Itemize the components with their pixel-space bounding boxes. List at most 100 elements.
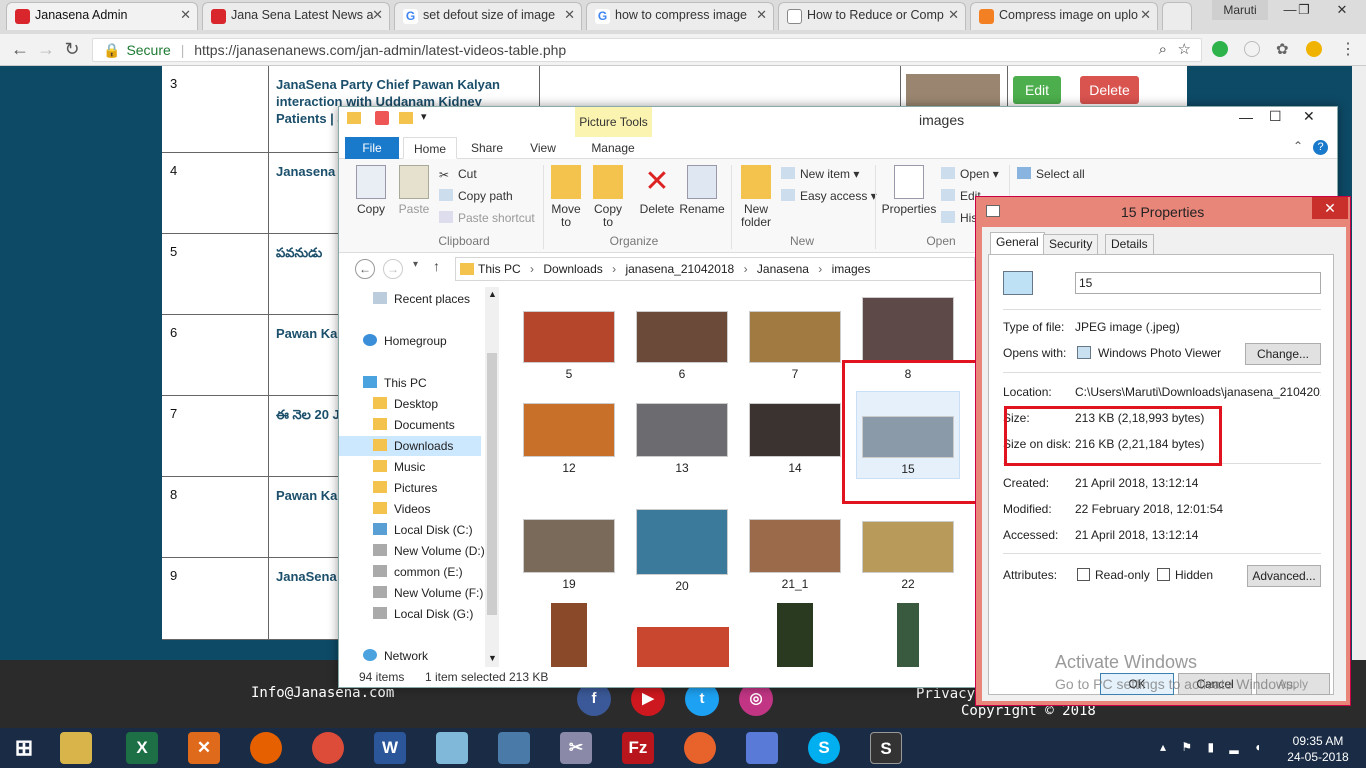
close-icon[interactable]: ✕ [564,7,575,23]
profile-name[interactable]: Maruti [1212,0,1268,20]
url-bar[interactable]: 🔒 Secure | https://janasenanews.com/jan-a… [92,38,1202,62]
xampp-icon[interactable]: ✕ [188,732,220,764]
skype-icon[interactable]: S [808,732,840,764]
recent-locations-icon[interactable]: ▾ [413,259,418,270]
sublime-text-icon[interactable]: S [870,732,902,764]
nav-new-volume-d[interactable]: New Volume (D:) [339,541,485,561]
system-tray[interactable]: ▴ ⚑ ▮ ▂ ◖ [1160,740,1267,754]
page-scrollbar[interactable] [1352,66,1366,660]
tab-security[interactable]: Security [1043,234,1099,254]
file-thumbnail[interactable]: 6 [632,311,732,381]
collapse-ribbon-icon[interactable]: ⌃ [1293,139,1303,153]
file-thumbnail[interactable]: 5 [519,311,619,381]
tab-view[interactable]: View [523,137,563,159]
close-icon[interactable]: ✕ [372,7,383,23]
nav-common-e[interactable]: common (E:) [339,562,481,582]
tab-manage[interactable]: Manage [583,137,643,159]
tab-details[interactable]: Details [1105,234,1154,254]
extension-icon[interactable] [1212,41,1228,57]
tab-google-search-1[interactable]: G set defout size of image ✕ [394,2,582,30]
nav-homegroup[interactable]: Homegroup [339,331,481,351]
tab-google-search-2[interactable]: G how to compress image ✕ [586,2,774,30]
restore-icon[interactable]: ❐ [1284,0,1324,22]
cut-button[interactable]: ✂ Cut [439,167,477,182]
nav-local-disk-c[interactable]: Local Disk (C:) [339,520,481,540]
move-to-button[interactable]: Move to [549,165,583,229]
file-thumbnail[interactable]: 19 [519,519,619,591]
copy-button[interactable]: Copy [351,165,391,216]
file-thumbnail[interactable]: 7 [745,311,845,381]
close-icon[interactable]: ✕ [1303,108,1315,125]
tab-janasena-admin[interactable]: Janasena Admin ✕ [6,2,198,30]
scroll-up-icon[interactable]: ▲ [488,289,497,299]
file-thumbnail[interactable]: 20 [632,509,732,593]
reload-icon[interactable]: ↻ [60,39,84,60]
breadcrumb-item[interactable]: Janasena [757,262,809,276]
close-icon[interactable]: ✕ [180,7,191,23]
back-icon[interactable]: ← [355,259,375,279]
history-button[interactable]: His [941,211,977,225]
open-button[interactable]: Open ▾ [941,167,999,181]
rename-button[interactable]: Rename [679,165,725,216]
extension-icon[interactable] [1244,41,1260,57]
footer-privacy[interactable]: Privacy [916,686,975,702]
word-icon[interactable]: W [374,732,406,764]
network-app-icon[interactable] [498,732,530,764]
nav-network[interactable]: Network [339,646,481,666]
close-window-icon[interactable]: ✕ [1322,0,1362,22]
file-thumbnail-partial[interactable] [897,603,919,667]
paste-button[interactable]: Paste [395,165,433,216]
up-arrow-icon[interactable]: ↑ [433,258,440,274]
new-tab-button[interactable] [1162,2,1192,30]
file-thumbnail[interactable]: 12 [519,403,619,475]
file-thumbnail[interactable]: 21_1 [745,519,845,591]
extension-puzzle-icon[interactable]: ✿ [1276,40,1289,58]
properties-button[interactable]: Properties [881,165,937,216]
file-thumbnail[interactable]: 14 [745,403,845,475]
new-folder-quick-icon[interactable] [399,112,413,124]
filename-input[interactable]: 15 [1075,272,1321,294]
app-icon[interactable] [684,732,716,764]
nav-new-volume-f[interactable]: New Volume (F:) [339,583,483,603]
properties-quick-icon[interactable] [375,111,389,125]
nav-recent-places[interactable]: Recent places [339,289,481,309]
nav-this-pc[interactable]: This PC [339,373,481,393]
nav-music[interactable]: Music [339,457,481,477]
minimize-icon[interactable]: — [1239,109,1253,125]
nav-documents[interactable]: Documents [339,415,481,435]
firefox-icon[interactable] [250,732,282,764]
tab-latest-news[interactable]: Jana Sena Latest News a ✕ [202,2,390,30]
snipping-tool-icon[interactable]: ✂ [560,732,592,764]
file-thumbnail-partial[interactable] [637,627,729,667]
tab-file[interactable]: File [345,137,399,159]
breadcrumb[interactable]: This PC › Downloads › janasena_21042018 … [455,257,975,281]
forward-arrow-icon[interactable]: → [34,39,58,60]
advanced-button[interactable]: Advanced... [1247,565,1321,587]
close-icon[interactable]: ✕ [1140,7,1151,23]
read-only-checkbox[interactable]: Read-only [1077,568,1150,582]
tab-reduce-image[interactable]: How to Reduce or Comp ✕ [778,2,966,30]
close-icon[interactable]: ✕ [1312,197,1348,219]
chrome-icon[interactable] [312,732,344,764]
new-folder-button[interactable]: New folder [737,165,775,229]
notepad-icon[interactable] [436,732,468,764]
bookmark-star-icon[interactable]: ☆ [1178,39,1191,61]
new-item-button[interactable]: New item ▾ [781,167,859,181]
back-arrow-icon[interactable]: ← [8,39,32,60]
scroll-thumb[interactable] [487,353,497,615]
nav-scrollbar[interactable]: ▲ ▼ [485,287,499,667]
tab-share[interactable]: Share [467,137,507,159]
breadcrumb-item[interactable]: Downloads [543,262,602,276]
nav-videos[interactable]: Videos [339,499,481,519]
breadcrumb-item[interactable]: This PC [478,262,521,276]
maximize-icon[interactable]: ☐ [1269,108,1282,125]
forward-icon[interactable]: → [383,259,403,279]
paste-shortcut-button[interactable]: Paste shortcut [439,211,535,225]
breadcrumb-item[interactable]: janasena_21042018 [625,262,734,276]
search-icon[interactable]: ⌕ [1159,39,1167,61]
delete-button[interactable]: Delete [1080,76,1139,104]
close-icon[interactable]: ✕ [756,7,767,23]
change-button[interactable]: Change... [1245,343,1321,365]
nav-downloads[interactable]: Downloads [339,436,481,456]
copy-to-button[interactable]: Copy to [591,165,625,229]
